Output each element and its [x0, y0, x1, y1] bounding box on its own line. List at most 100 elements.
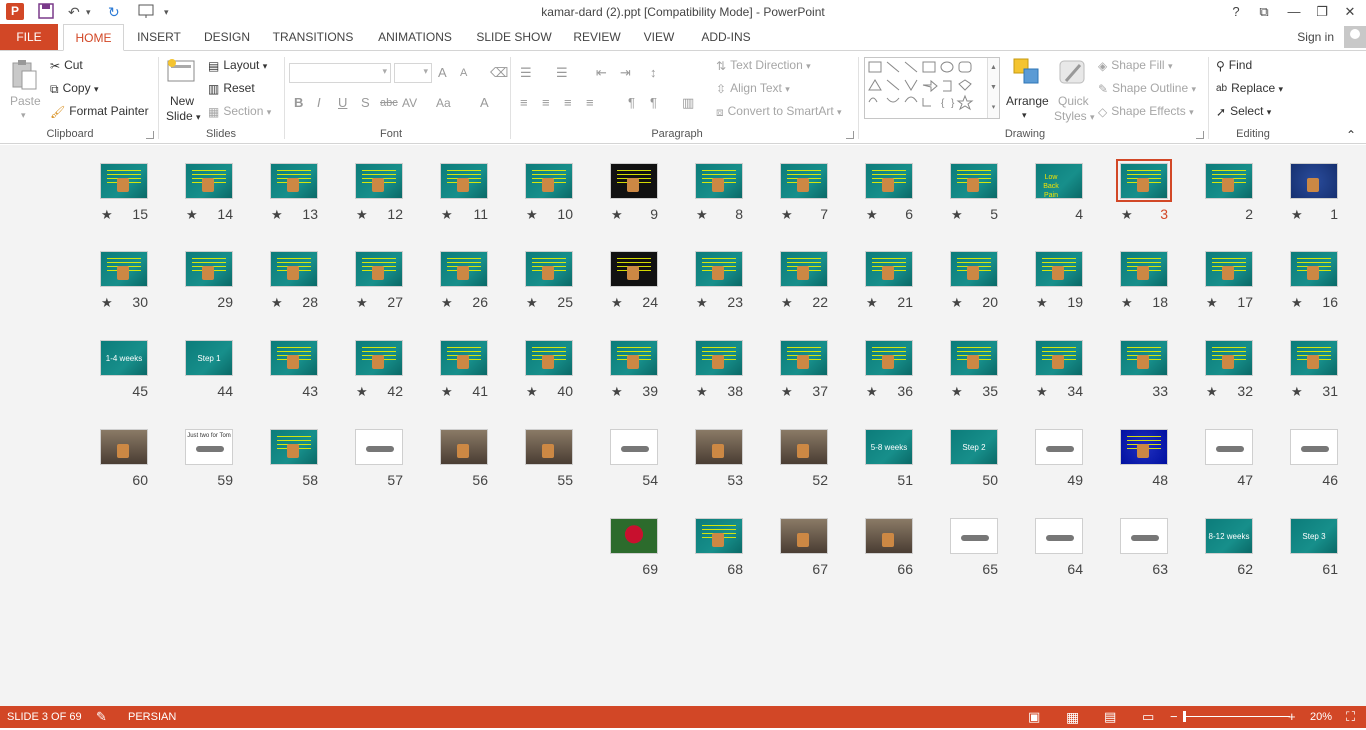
- notes-icon[interactable]: ✎: [96, 706, 107, 728]
- tab-file[interactable]: FILE: [0, 24, 58, 50]
- slide-thumbnail-29[interactable]: [185, 251, 233, 287]
- animation-star-icon[interactable]: ★: [951, 295, 963, 311]
- animation-star-icon[interactable]: ★: [271, 295, 283, 311]
- convert-smartart-button[interactable]: ⧈ Convert to SmartArt ▾: [716, 103, 842, 120]
- paragraph-launcher-icon[interactable]: [846, 131, 854, 139]
- arrange-dropdown-icon[interactable]: ▾: [1022, 107, 1027, 123]
- animation-star-icon[interactable]: ★: [781, 295, 793, 311]
- font-name-box[interactable]: [289, 63, 391, 83]
- slide-thumbnail-50[interactable]: Step 2: [950, 429, 998, 465]
- tab-add-ins[interactable]: ADD-INS: [694, 24, 758, 50]
- rtl-direction-icon[interactable]: ¶: [650, 95, 657, 110]
- slide-thumbnail-46[interactable]: [1290, 429, 1338, 465]
- tab-insert[interactable]: INSERT: [134, 24, 184, 50]
- slide-thumbnail-26[interactable]: [440, 251, 488, 287]
- animation-star-icon[interactable]: ★: [1121, 295, 1133, 311]
- increase-font-size-button[interactable]: A: [438, 65, 447, 80]
- animation-star-icon[interactable]: ★: [101, 207, 113, 223]
- tab-design[interactable]: DESIGN: [200, 24, 254, 50]
- animation-star-icon[interactable]: ★: [1291, 295, 1303, 311]
- animation-star-icon[interactable]: ★: [526, 384, 538, 400]
- slide-thumbnail-67[interactable]: [780, 518, 828, 554]
- tab-transitions[interactable]: TRANSITIONS: [270, 24, 356, 50]
- zoom-slider-thumb[interactable]: [1183, 711, 1186, 722]
- slide-thumbnail-62[interactable]: 8-12 weeks: [1205, 518, 1253, 554]
- animation-star-icon[interactable]: ★: [356, 384, 368, 400]
- animation-star-icon[interactable]: ★: [951, 207, 963, 223]
- slide-thumbnail-21[interactable]: [865, 251, 913, 287]
- start-from-beginning-icon[interactable]: [138, 3, 156, 23]
- slide-thumbnail-9[interactable]: [610, 163, 658, 199]
- slide-thumbnail-17[interactable]: [1205, 251, 1253, 287]
- slide-thumbnail-33[interactable]: [1120, 340, 1168, 376]
- ltr-direction-icon[interactable]: ¶: [628, 95, 635, 110]
- cut-button[interactable]: ✂ Cut: [50, 57, 83, 74]
- font-size-box[interactable]: [394, 63, 432, 83]
- slide-thumbnail-35[interactable]: [950, 340, 998, 376]
- slide-thumbnail-4[interactable]: Low Back Pain: [1035, 163, 1083, 199]
- slide-thumbnail-31[interactable]: [1290, 340, 1338, 376]
- arrange-button[interactable]: Arrange: [1006, 93, 1049, 109]
- tab-slide-show[interactable]: SLIDE SHOW: [474, 24, 554, 50]
- animation-star-icon[interactable]: ★: [1036, 295, 1048, 311]
- clear-formatting-icon[interactable]: ⌫: [490, 65, 508, 81]
- animation-star-icon[interactable]: ★: [781, 384, 793, 400]
- animation-star-icon[interactable]: ★: [696, 207, 708, 223]
- slide-thumbnail-25[interactable]: [525, 251, 573, 287]
- slide-thumbnail-10[interactable]: [525, 163, 573, 199]
- animation-star-icon[interactable]: ★: [356, 295, 368, 311]
- slide-thumbnail-8[interactable]: [695, 163, 743, 199]
- animation-star-icon[interactable]: ★: [356, 207, 368, 223]
- slide-thumbnail-65[interactable]: [950, 518, 998, 554]
- slide-thumbnail-6[interactable]: [865, 163, 913, 199]
- reset-button[interactable]: ▥ Reset: [208, 80, 255, 97]
- slide-thumbnail-27[interactable]: [355, 251, 403, 287]
- animation-star-icon[interactable]: ★: [611, 295, 623, 311]
- slide-thumbnail-58[interactable]: [270, 429, 318, 465]
- slide-thumbnail-12[interactable]: [355, 163, 403, 199]
- slide-thumbnail-68[interactable]: [695, 518, 743, 554]
- slide-thumbnail-2[interactable]: [1205, 163, 1253, 199]
- zoom-in-button[interactable]: +: [1288, 706, 1296, 728]
- slide-thumbnail-19[interactable]: [1035, 251, 1083, 287]
- animation-star-icon[interactable]: ★: [1291, 384, 1303, 400]
- sign-in-link[interactable]: Sign in: [1297, 24, 1334, 50]
- line-spacing-icon[interactable]: ↕: [650, 65, 657, 80]
- user-avatar-icon[interactable]: [1344, 26, 1366, 48]
- shapes-gallery[interactable]: {} ▲ ▼ ▾: [864, 57, 1000, 119]
- shape-fill-button[interactable]: ◈ Shape Fill ▾: [1098, 57, 1172, 74]
- slide-thumbnail-52[interactable]: [780, 429, 828, 465]
- text-direction-button[interactable]: ⇅ Text Direction ▾: [716, 57, 811, 74]
- animation-star-icon[interactable]: ★: [186, 207, 198, 223]
- decrease-indent-icon[interactable]: ⇤: [596, 65, 607, 81]
- animation-star-icon[interactable]: ★: [1121, 207, 1133, 223]
- save-icon[interactable]: [38, 3, 54, 23]
- animation-star-icon[interactable]: ★: [951, 384, 963, 400]
- zoom-slider[interactable]: [1184, 716, 1290, 717]
- slide-thumbnail-59[interactable]: Just two for Tom: [185, 429, 233, 465]
- slide-thumbnail-64[interactable]: [1035, 518, 1083, 554]
- language-indicator[interactable]: PERSIAN: [128, 706, 176, 728]
- change-case-button[interactable]: Aa: [436, 96, 451, 110]
- new-slide-icon[interactable]: [166, 57, 198, 89]
- slide-thumbnail-49[interactable]: [1035, 429, 1083, 465]
- arrange-icon[interactable]: [1012, 57, 1042, 91]
- slide-thumbnail-61[interactable]: Step 3: [1290, 518, 1338, 554]
- slide-thumbnail-28[interactable]: [270, 251, 318, 287]
- find-button[interactable]: ⚲ Find: [1216, 57, 1252, 74]
- slide-thumbnail-16[interactable]: [1290, 251, 1338, 287]
- quick-styles-button[interactable]: Quick: [1058, 93, 1089, 109]
- slide-thumbnail-30[interactable]: [100, 251, 148, 287]
- slide-thumbnail-23[interactable]: [695, 251, 743, 287]
- slide-thumbnail-66[interactable]: [865, 518, 913, 554]
- italic-button[interactable]: I: [317, 95, 321, 110]
- slide-thumbnail-38[interactable]: [695, 340, 743, 376]
- slide-sorter-view-icon[interactable]: ▦: [1066, 706, 1079, 728]
- animation-star-icon[interactable]: ★: [526, 295, 538, 311]
- slideshow-view-icon[interactable]: ▭: [1142, 706, 1154, 728]
- select-button[interactable]: ➚ Select ▾: [1216, 103, 1271, 120]
- strikethrough-button[interactable]: abc: [380, 97, 398, 109]
- copy-button[interactable]: ⧉ Copy ▾: [50, 80, 98, 97]
- slide-thumbnail-11[interactable]: [440, 163, 488, 199]
- shape-effects-button[interactable]: ◇ Shape Effects ▾: [1098, 103, 1194, 120]
